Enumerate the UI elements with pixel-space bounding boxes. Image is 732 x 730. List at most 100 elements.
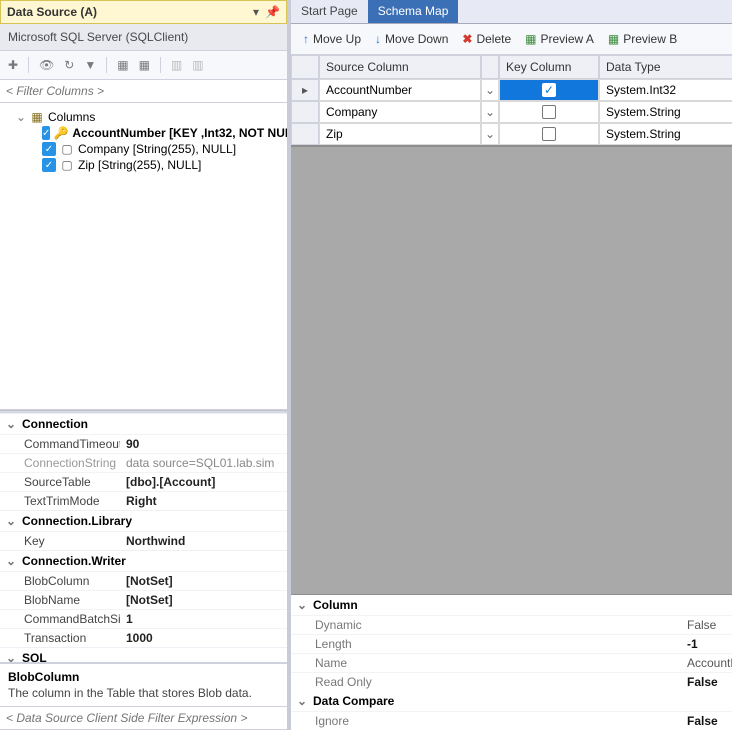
- property-row[interactable]: CommandBatchSize 1: [0, 609, 287, 628]
- preview-b-button[interactable]: Preview B: [604, 30, 681, 48]
- property-category[interactable]: ⌄Column: [291, 595, 732, 615]
- dropdown-icon[interactable]: ▾: [253, 5, 259, 19]
- dropdown-icon[interactable]: ⌄: [481, 79, 499, 101]
- dropdown-icon[interactable]: ⌄: [481, 123, 499, 145]
- property-category[interactable]: ⌄Connection.Writer: [0, 550, 287, 571]
- expander-icon[interactable]: ⌄: [6, 554, 16, 568]
- cell-source[interactable]: AccountNumber: [319, 79, 481, 101]
- delete-button[interactable]: Delete: [458, 30, 515, 48]
- property-row[interactable]: Read Only False: [291, 672, 732, 691]
- property-value[interactable]: [dbo].[Account]: [120, 473, 287, 491]
- property-value[interactable]: [NotSet]: [120, 591, 287, 609]
- cell-type[interactable]: System.String: [599, 101, 732, 123]
- property-value[interactable]: False: [681, 712, 732, 730]
- cell-source[interactable]: Zip: [319, 123, 481, 145]
- property-value[interactable]: -1: [681, 635, 732, 653]
- property-name: Name: [291, 654, 681, 672]
- checkbox-icon[interactable]: ✓: [42, 158, 56, 172]
- row-header[interactable]: [291, 123, 319, 145]
- property-value[interactable]: False: [681, 616, 732, 634]
- grid2-icon[interactable]: ▥: [192, 58, 203, 72]
- property-category[interactable]: ⌄Connection.Library: [0, 510, 287, 531]
- cell-type[interactable]: System.String: [599, 123, 732, 145]
- expander-icon[interactable]: ⌄: [297, 598, 307, 612]
- filter-icon[interactable]: ▼: [84, 58, 96, 72]
- property-row[interactable]: SourceTable [dbo].[Account]: [0, 472, 287, 491]
- property-row[interactable]: TextTrimMode Right: [0, 491, 287, 510]
- add-icon[interactable]: ✚: [8, 58, 18, 72]
- pin-icon[interactable]: 📌: [265, 5, 280, 19]
- expander-icon[interactable]: ⌄: [16, 110, 26, 124]
- cell-source[interactable]: Company: [319, 101, 481, 123]
- expander-icon[interactable]: ⌄: [6, 514, 16, 528]
- tree-item-label: Zip [String(255), NULL]: [78, 158, 201, 172]
- filter-columns-input[interactable]: [0, 80, 287, 103]
- preview-a-button[interactable]: Preview A: [521, 30, 598, 48]
- tree-item[interactable]: ✓ ▢ Zip [String(255), NULL]: [6, 157, 287, 173]
- filter-expression-input[interactable]: [0, 706, 287, 730]
- grid1-icon[interactable]: ▥: [171, 58, 182, 72]
- dropdown-icon[interactable]: ⌄: [481, 101, 499, 123]
- property-category[interactable]: ⌄Data Compare: [291, 691, 732, 711]
- property-row[interactable]: Name AccountNumber: [291, 653, 732, 672]
- column-icon: ▢: [60, 142, 74, 156]
- table-add-icon[interactable]: ▦: [117, 58, 128, 72]
- tab-start-page[interactable]: Start Page: [291, 0, 368, 23]
- header-type[interactable]: Data Type: [599, 55, 732, 79]
- property-value[interactable]: Right: [120, 492, 287, 510]
- cell-key[interactable]: [499, 123, 599, 145]
- column-properties[interactable]: ⌄ColumnDynamic FalseLength -1Name Accoun…: [291, 594, 732, 730]
- refresh-icon[interactable]: ↻: [64, 58, 74, 72]
- tree-root[interactable]: ⌄ ▦ Columns: [6, 109, 287, 125]
- property-row[interactable]: Key Northwind: [0, 531, 287, 550]
- property-row[interactable]: Dynamic False: [291, 615, 732, 634]
- header-key[interactable]: Key Column: [499, 55, 599, 79]
- checkbox-icon[interactable]: ✓: [42, 126, 50, 140]
- cell-key[interactable]: ✓: [499, 79, 599, 101]
- property-value[interactable]: AccountNumber: [681, 654, 732, 672]
- property-name: Key: [0, 532, 120, 550]
- row-header[interactable]: [291, 101, 319, 123]
- property-row[interactable]: BlobName [NotSet]: [0, 590, 287, 609]
- panel-subtitle: Microsoft SQL Server (SQLClient): [0, 24, 287, 51]
- property-name: SourceTable: [0, 473, 120, 491]
- property-value[interactable]: Northwind: [120, 532, 287, 550]
- tree-item[interactable]: ✓ 🔑 AccountNumber [KEY ,Int32, NOT NULL]: [6, 125, 287, 141]
- property-value[interactable]: False: [681, 673, 732, 691]
- eye-icon[interactable]: 👁: [39, 58, 54, 72]
- property-value[interactable]: [NotSet]: [120, 572, 287, 590]
- schema-toolbar: Move Up Move Down Delete Preview A Previ…: [291, 24, 732, 55]
- expander-icon[interactable]: ⌄: [6, 417, 16, 431]
- property-value[interactable]: 90: [120, 435, 287, 453]
- property-row[interactable]: Ignore False: [291, 711, 732, 730]
- property-row[interactable]: CommandTimeout 90: [0, 434, 287, 453]
- property-category[interactable]: ⌄SQL: [0, 647, 287, 663]
- property-row[interactable]: Transaction 1000: [0, 628, 287, 647]
- property-name: ConnectionString: [0, 454, 120, 472]
- tab-schema-map[interactable]: Schema Map: [368, 0, 459, 23]
- cell-key[interactable]: [499, 101, 599, 123]
- property-name: Ignore: [291, 712, 681, 730]
- columns-tree[interactable]: ⌄ ▦ Columns ✓ 🔑 AccountNumber [KEY ,Int3…: [0, 103, 287, 410]
- cell-type[interactable]: System.Int32: [599, 79, 732, 101]
- header-source[interactable]: Source Column: [319, 55, 481, 79]
- columns-icon: ▦: [30, 110, 44, 124]
- row-header[interactable]: ▸: [291, 79, 319, 101]
- property-row[interactable]: BlobColumn [NotSet]: [0, 571, 287, 590]
- table-del-icon[interactable]: ▦: [139, 58, 150, 72]
- schema-grid[interactable]: Source Column Key Column Data Type ▸ Acco…: [291, 55, 732, 147]
- property-category[interactable]: ⌄Connection: [0, 413, 287, 434]
- property-value[interactable]: 1000: [120, 629, 287, 647]
- property-row[interactable]: Length -1: [291, 634, 732, 653]
- moveup-button[interactable]: Move Up: [299, 30, 365, 48]
- tree-item[interactable]: ✓ ▢ Company [String(255), NULL]: [6, 141, 287, 157]
- property-value[interactable]: data source=SQL01.lab.sim: [120, 454, 287, 472]
- property-grid[interactable]: ⌄ConnectionCommandTimeout 90ConnectionSt…: [0, 413, 287, 663]
- expander-icon[interactable]: ⌄: [297, 694, 307, 708]
- checkbox-icon[interactable]: ✓: [42, 142, 56, 156]
- property-value[interactable]: 1: [120, 610, 287, 628]
- property-row[interactable]: ConnectionString data source=SQL01.lab.s…: [0, 453, 287, 472]
- movedown-button[interactable]: Move Down: [371, 30, 452, 48]
- property-name: TextTrimMode: [0, 492, 120, 510]
- expander-icon[interactable]: ⌄: [6, 651, 16, 663]
